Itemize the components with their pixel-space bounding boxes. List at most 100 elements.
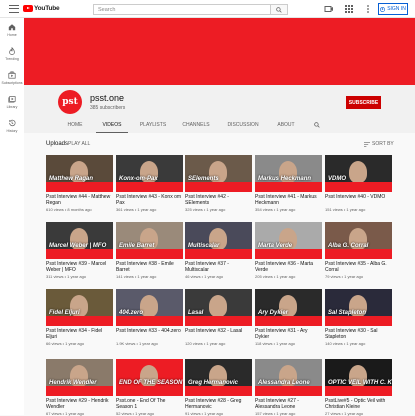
video-card[interactable]: 404.zero Psst Interview #33 - 404.zero 1.9… xyxy=(116,289,183,346)
video-card[interactable]: Markus Heckmann Psst Interview #41 - Mark… xyxy=(255,155,322,212)
tab-videos[interactable]: VIDEOS xyxy=(96,117,128,133)
video-card[interactable]: Ary Dykier Psst Interview #31 - Ary Dykie… xyxy=(255,289,322,346)
sidebar-item-trending[interactable]: Trending xyxy=(0,42,24,66)
create-video-icon[interactable] xyxy=(324,4,334,14)
video-thumbnail[interactable]: Greg Hermanovic xyxy=(185,359,252,396)
thumbnail-red-band xyxy=(325,249,392,259)
video-title[interactable]: Psst Interview #29 - Hendrik Wendler xyxy=(46,398,113,410)
search-button[interactable] xyxy=(271,4,288,15)
tab-discussion[interactable]: DISCUSSION xyxy=(222,117,264,133)
video-meta: 205 views • 1 year ago xyxy=(255,274,296,279)
video-card[interactable]: Fidel Eljuri Psst Interview #34 - Fidel E… xyxy=(46,289,113,346)
sidebar-item-history[interactable]: History xyxy=(0,114,24,138)
channel-search-button[interactable] xyxy=(310,117,324,133)
video-card[interactable]: Marcel Weber | MFO Psst Interview #39 - M… xyxy=(46,222,113,279)
video-thumbnail[interactable]: Multiscalar xyxy=(185,222,252,259)
video-thumbnail[interactable]: Sal Stapleton xyxy=(325,289,392,326)
video-thumbnail[interactable]: Ary Dykier xyxy=(255,289,322,326)
video-card[interactable]: OPTIC VEIL WITH C. KLEINE PsstLive#5 - Op… xyxy=(325,359,392,416)
apps-grid-icon[interactable] xyxy=(344,4,354,14)
video-title[interactable]: Psst Interview #33 - 404.zero xyxy=(116,328,183,340)
thumbnail-overlay-text: SElements xyxy=(188,176,219,182)
sidebar-item-home[interactable]: Home xyxy=(0,18,24,42)
channel-name: psst.one xyxy=(90,93,125,103)
thumbnail-red-band xyxy=(46,182,113,192)
video-card[interactable]: Multiscalar Psst Interview #37 - Multisca… xyxy=(185,222,252,279)
video-thumbnail[interactable]: Alba G. Corral xyxy=(325,222,392,259)
video-title[interactable]: Psst Interview #30 - Sal Stapleton xyxy=(325,328,392,340)
video-title[interactable]: Psst Interview #27 - Alessandra Leone xyxy=(255,398,322,410)
tab-channels[interactable]: CHANNELS xyxy=(178,117,214,133)
video-title[interactable]: Psst Interview #40 - VDMO xyxy=(325,194,392,206)
sign-in-button[interactable]: SIGN IN xyxy=(378,3,408,15)
video-title[interactable]: Psst Interview #31 - Ary Dykier xyxy=(255,328,322,340)
video-thumbnail[interactable]: END OF THE SEASON xyxy=(116,359,183,396)
video-title[interactable]: Psst Interview #42 - SElements xyxy=(185,194,252,206)
video-title[interactable]: Psst Interview #39 - Marcel Weber | MFO xyxy=(46,261,113,273)
video-thumbnail[interactable]: Hendrik Wendler xyxy=(46,359,113,396)
channel-avatar[interactable]: pst xyxy=(58,90,82,114)
sidebar-item-subscriptions[interactable]: Subscriptions xyxy=(0,66,24,90)
video-card[interactable]: Emile Barret Psst Interview #38 - Emile B… xyxy=(116,222,183,279)
video-title[interactable]: Psst Interview #37 - Multiscalar xyxy=(185,261,252,273)
tab-about[interactable]: ABOUT xyxy=(272,117,300,133)
more-vert-icon[interactable] xyxy=(363,4,373,14)
sort-by-button[interactable]: SORT BY xyxy=(364,141,394,147)
video-title[interactable]: Psst Interview #32 - Lasal xyxy=(185,328,252,340)
video-thumbnail[interactable]: Konx-om-Pax xyxy=(116,155,183,192)
video-thumbnail[interactable]: VDMO xyxy=(325,155,392,192)
subscribe-button[interactable]: SUBSCRIBE xyxy=(346,96,381,109)
video-title[interactable]: Psst.one - End Of The Season 1 xyxy=(116,398,183,410)
video-meta: 140 views • 1 year ago xyxy=(325,341,366,346)
video-thumbnail[interactable]: Alessandra Leone xyxy=(255,359,322,396)
video-title[interactable]: Psst Interview #28 - Greg Hermanovic xyxy=(185,398,252,410)
video-thumbnail[interactable]: OPTIC VEIL WITH C. KLEINE xyxy=(325,359,392,396)
video-title[interactable]: Psst Interview #35 - Alba G. Corral xyxy=(325,261,392,273)
video-card[interactable]: Marta Verde Psst Interview #36 - Marta Ve… xyxy=(255,222,322,279)
video-card[interactable]: Hendrik Wendler Psst Interview #29 - Hend… xyxy=(46,359,113,416)
video-card[interactable]: Lasal Psst Interview #32 - Lasal 120 views… xyxy=(185,289,252,346)
video-card[interactable]: END OF THE SEASON Psst.one - End Of The S… xyxy=(116,359,183,416)
video-thumbnail[interactable]: Marcel Weber | MFO xyxy=(46,222,113,259)
video-card[interactable]: Sal Stapleton Psst Interview #30 - Sal St… xyxy=(325,289,392,346)
video-card[interactable]: Konx-om-Pax Psst Interview #43 - Konx om … xyxy=(116,155,183,212)
play-all-label: PLAY ALL xyxy=(68,141,91,147)
play-all-button[interactable]: PLAY ALL xyxy=(68,141,90,147)
tab-playlists[interactable]: PLAYLISTS xyxy=(135,117,171,133)
video-title[interactable]: PsstLive#5 - Optic Veil with Christian K… xyxy=(325,398,392,410)
video-thumbnail[interactable]: Lasal xyxy=(185,289,252,326)
video-card[interactable]: Alba G. Corral Psst Interview #35 - Alba … xyxy=(325,222,392,279)
video-thumbnail[interactable]: Fidel Eljuri xyxy=(46,289,113,326)
youtube-logo[interactable]: YouTube xyxy=(23,5,60,12)
search-input[interactable]: Search xyxy=(93,4,271,15)
video-thumbnail[interactable]: Emile Barret xyxy=(116,222,183,259)
video-card[interactable]: VDMO Psst Interview #40 - VDMO 151 views •… xyxy=(325,155,392,212)
top-bar: YouTube Search SIGN IN xyxy=(0,0,415,18)
video-card[interactable]: SElements Psst Interview #42 - SElements 3… xyxy=(185,155,252,212)
video-thumbnail[interactable]: Markus Heckmann xyxy=(255,155,322,192)
video-title[interactable]: Psst Interview #44 - Matthew Regan xyxy=(46,194,113,206)
sidebar-item-library[interactable]: Library xyxy=(0,90,24,114)
tab-home[interactable]: HOME xyxy=(59,117,91,133)
video-thumbnail[interactable]: SElements xyxy=(185,155,252,192)
video-title[interactable]: Psst Interview #34 - Fidel Eljuri xyxy=(46,328,113,340)
video-thumbnail[interactable]: Matthew Ragan xyxy=(46,155,113,192)
sidebar: Home Trending Subscriptions Library Hist… xyxy=(0,18,24,415)
thumbnail-overlay-text: Ary Dykier xyxy=(258,310,289,316)
thumbnail-red-band xyxy=(255,182,322,192)
video-card[interactable]: Greg Hermanovic Psst Interview #28 - Greg… xyxy=(185,359,252,416)
sidebar-item-label: Home xyxy=(7,33,17,37)
video-meta: 46 views • 1 year ago xyxy=(185,274,224,279)
video-title[interactable]: Psst Interview #43 - Konx om Pax xyxy=(116,194,183,206)
sign-in-label: SIGN IN xyxy=(387,6,406,12)
channel-tabs: HOME VIDEOS PLAYLISTS CHANNELS DISCUSSIO… xyxy=(24,117,415,133)
menu-icon[interactable] xyxy=(9,4,19,13)
video-card[interactable]: Matthew Ragan Psst Interview #44 - Matthe… xyxy=(46,155,113,212)
video-title[interactable]: Psst Interview #41 - Markus Heckmann xyxy=(255,194,322,206)
home-icon xyxy=(8,24,16,31)
video-title[interactable]: Psst Interview #38 - Emile Barret xyxy=(116,261,183,273)
video-card[interactable]: Alessandra Leone Psst Interview #27 - Ale… xyxy=(255,359,322,416)
video-thumbnail[interactable]: 404.zero xyxy=(116,289,183,326)
video-title[interactable]: Psst Interview #36 - Marta Verde xyxy=(255,261,322,273)
video-thumbnail[interactable]: Marta Verde xyxy=(255,222,322,259)
